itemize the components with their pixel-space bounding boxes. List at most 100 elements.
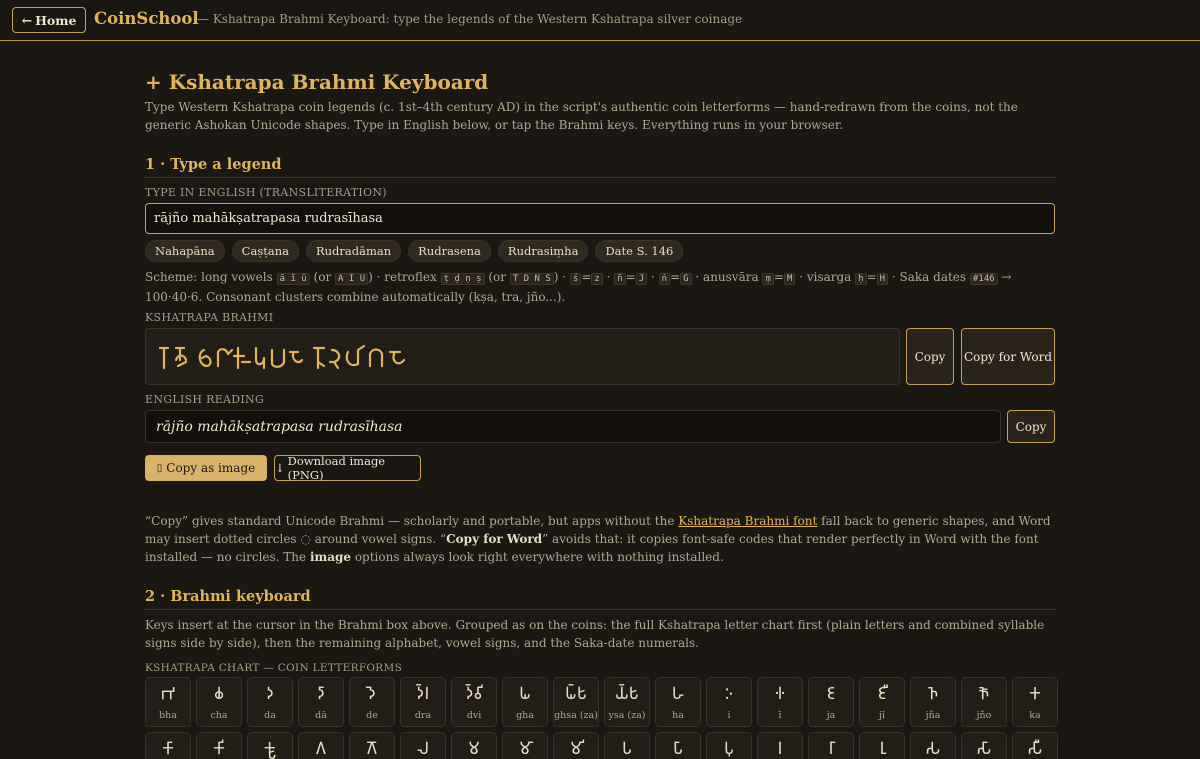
- brahmi-key[interactable]: 𑀕𑁄: [349, 732, 395, 759]
- brahmi-key[interactable]: 𑀜 jña: [910, 677, 956, 727]
- brahmi-key[interactable]: 𑀤𑁆𑀭 dra: [400, 677, 446, 727]
- brahmi-key-label: ī: [778, 710, 782, 721]
- brahmi-key-label: gha: [516, 710, 534, 721]
- page-title: + Kshatrapa Brahmi Keyboard: [145, 70, 489, 94]
- brahmi-key-glyph: 𑀫: [468, 739, 480, 759]
- brahmi-key-label: da: [264, 710, 276, 721]
- brahmi-key-glyph: 𑀓𑁆𑀱: [263, 739, 277, 759]
- brand-logo-text[interactable]: CoinSchool: [94, 9, 199, 28]
- brahmi-key[interactable]: 𑀤𑁆𑀯𑀺 dvi: [451, 677, 497, 727]
- brahmi-key-glyph: 𑀓: [1028, 684, 1042, 704]
- copy-reading-button[interactable]: Copy: [1007, 410, 1055, 443]
- english-reading-label: English reading: [145, 393, 265, 406]
- preset-chip[interactable]: Caṣṭana: [231, 240, 299, 262]
- brahmi-key[interactable]: 𑀲𑀸: [961, 732, 1007, 759]
- brahmi-key-glyph: 𑀖: [519, 684, 531, 704]
- brahmi-key-glyph: 𑀮: [416, 739, 430, 759]
- brahmi-key-glyph: 𑀤𑁆𑀭: [416, 684, 430, 704]
- brahmi-key-glyph: 𑀫𑀺: [570, 739, 582, 759]
- brahmi-key-glyph: 𑀧𑀸: [672, 739, 684, 759]
- transliteration-scheme-help: Scheme: long vowels ā ī ū (or A I U) · r…: [145, 270, 1012, 304]
- brahmi-key[interactable]: 𑀫𑀸: [502, 732, 548, 759]
- brahmi-key-glyph: 𑀪: [160, 684, 176, 704]
- brahmi-output-box[interactable]: [145, 328, 900, 385]
- brahmi-key-label: ha: [672, 710, 684, 721]
- copy-as-image-button[interactable]: ▯ Copy as image: [145, 455, 267, 481]
- brahmi-key-label: ka: [1029, 710, 1041, 721]
- font-link[interactable]: Kshatrapa Brahmi font: [678, 514, 817, 528]
- brahmi-key[interactable]: 𑀫𑀺: [553, 732, 599, 759]
- brahmi-key-glyph: 𑀭𑀸: [828, 739, 834, 759]
- brahmi-key-label: dā: [315, 710, 327, 721]
- page-tagline: — Kshatrapa Brahmi Keyboard: type the le…: [197, 12, 743, 26]
- brahmi-key[interactable]: 𑀪 bha: [145, 677, 191, 727]
- copy-for-word-button[interactable]: Copy for Word: [961, 328, 1055, 385]
- brahmi-key[interactable]: 𑀬𑁆𑀱 ysa (za): [604, 677, 650, 727]
- section-heading-brahmi-keyboard: 2 · Brahmi keyboard: [145, 588, 1055, 610]
- brahmi-key[interactable]: 𑀓 ka: [1012, 677, 1058, 727]
- brahmi-key-glyph: 𑀭𑀼: [879, 739, 885, 759]
- preset-chip[interactable]: Rudrasena: [408, 240, 491, 262]
- brahmi-key-glyph: 𑀖𑁆𑀱: [564, 684, 588, 704]
- brahmi-key[interactable]: 𑀳 ha: [655, 677, 701, 727]
- brahmi-key-glyph: 𑀤: [266, 684, 274, 704]
- brahmi-key[interactable]: 𑀖𑁆𑀱 ghsa (za): [553, 677, 599, 727]
- brahmi-key-label: dra: [414, 710, 432, 721]
- preset-chip[interactable]: Rudradāman: [305, 240, 402, 262]
- brahmi-key-label: jño: [976, 710, 992, 721]
- brahmi-key[interactable]: 𑀧𑀼: [706, 732, 752, 759]
- download-arrow-icon: ↓: [275, 461, 285, 475]
- brahmi-key[interactable]: 𑀓𑀺: [196, 732, 242, 759]
- preset-chip[interactable]: Nahapāna: [145, 240, 225, 262]
- brahmi-key[interactable]: 𑀲: [910, 732, 956, 759]
- brahmi-key[interactable]: 𑀫: [451, 732, 497, 759]
- download-image-label: Download image (PNG): [287, 454, 386, 482]
- english-reading-box[interactable]: rājño mahākṣatrapasa rudrasīhasa: [145, 410, 1001, 443]
- brahmi-key-glyph: 𑀓𑀺: [212, 739, 226, 759]
- brahmi-key[interactable]: 𑀚𑀻 jī: [859, 677, 905, 727]
- keyboard-description: Keys insert at the cursor in the Brahmi …: [145, 618, 1045, 650]
- brahmi-key[interactable]: 𑀈ī: [757, 677, 803, 727]
- brahmi-key[interactable]: 𑀚 ja: [808, 677, 854, 727]
- brahmi-key[interactable]: 𑀭𑀸: [808, 732, 854, 759]
- brahmi-key[interactable]: 𑀧𑀸: [655, 732, 701, 759]
- brahmi-key-label: dvi: [466, 710, 482, 721]
- brahmi-key[interactable]: 𑀮: [400, 732, 446, 759]
- copy-as-image-label: Copy as image: [166, 461, 256, 475]
- brahmi-key-label: jī: [879, 710, 885, 721]
- top-bar: ← Home CoinSchool — Kshatrapa Brahmi Key…: [0, 0, 1200, 41]
- brahmi-key-label: jña: [925, 710, 941, 721]
- brahmi-key-glyph: 𑀓𑀸: [161, 739, 175, 759]
- brahmi-key[interactable]: 𑀲𑀻: [1012, 732, 1058, 759]
- english-transliteration-input[interactable]: rājño mahākṣatrapasa rudrasīhasa: [145, 203, 1055, 234]
- brahmi-key[interactable]: 𑀙 cha: [196, 677, 242, 727]
- copy-explanation-note: “Copy” gives standard Unicode Brahmi — s…: [145, 514, 1051, 564]
- brahmi-key[interactable]: 𑀓𑀸: [145, 732, 191, 759]
- brahmi-key[interactable]: 𑀧: [604, 732, 650, 759]
- brahmi-key-glyph: 𑀫𑀸: [519, 739, 531, 759]
- home-button[interactable]: ← Home: [12, 7, 86, 33]
- preset-chip[interactable]: Rudrasiṃha: [497, 240, 589, 262]
- brahmi-key-glyph: 𑀳: [671, 684, 685, 704]
- brahmi-key[interactable]: 𑀭: [757, 732, 803, 759]
- brahmi-key-label: bha: [159, 710, 177, 721]
- brahmi-key[interactable]: 𑀤 da: [247, 677, 293, 727]
- brahmi-key[interactable]: 𑀓𑁆𑀱: [247, 732, 293, 759]
- brahmi-key[interactable]: 𑀜𑁄 jño: [961, 677, 1007, 727]
- brahmi-key-glyph: 𑀕: [315, 739, 327, 759]
- preset-chip[interactable]: Date S. 146: [595, 240, 684, 262]
- brahmi-key[interactable]: 𑀤𑁂 de: [349, 677, 395, 727]
- brahmi-key-glyph: 𑀤𑀸: [317, 684, 325, 704]
- brahmi-key[interactable]: 𑀭𑀼: [859, 732, 905, 759]
- brahmi-key[interactable]: 𑀇i: [706, 677, 752, 727]
- brahmi-key[interactable]: 𑀖 gha: [502, 677, 548, 727]
- keyboard-row-1: 𑀪 bha 𑀙 cha 𑀤 da 𑀤𑀸 dā 𑀤𑁂 de 𑀤𑁆𑀭 dra 𑀤𑁆𑀯𑀺 dvi 𑀖 gha 𑀖𑁆𑀱 g…: [145, 677, 1058, 727]
- home-button-label: Home: [35, 12, 77, 28]
- download-image-button[interactable]: ↓ Download image (PNG): [274, 454, 421, 482]
- brahmi-key-glyph: 𑀤𑁆𑀯𑀺: [465, 684, 483, 704]
- brahmi-key-glyph: 𑀈: [774, 684, 786, 704]
- brahmi-key[interactable]: 𑀤𑀸 dā: [298, 677, 344, 727]
- copy-brahmi-button[interactable]: Copy: [906, 328, 954, 385]
- brahmi-key-glyph: 𑀇: [724, 684, 734, 704]
- brahmi-key[interactable]: 𑀕: [298, 732, 344, 759]
